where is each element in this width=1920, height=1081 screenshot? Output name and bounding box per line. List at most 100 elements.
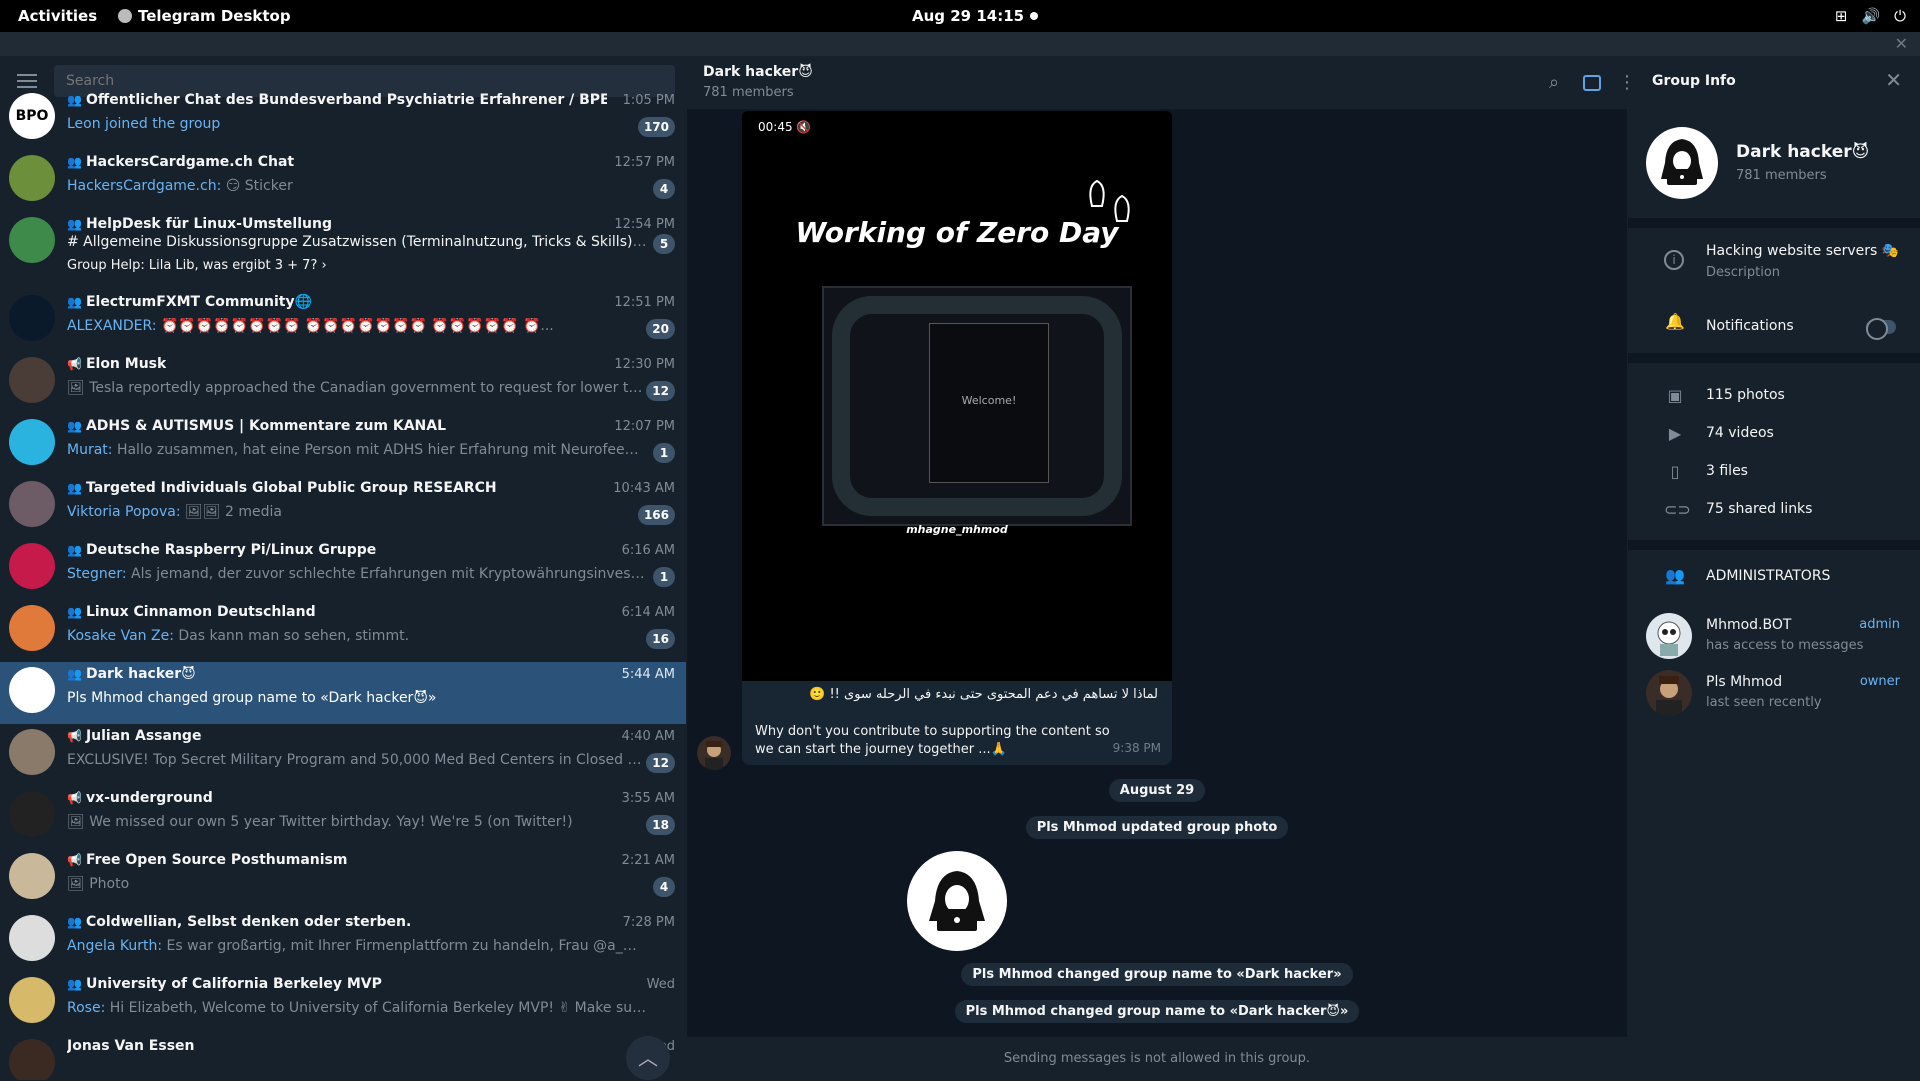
unread-badge: 1 — [653, 443, 675, 463]
service-message-rename-2: Pls Mhmod changed group name to «Dark ha… — [687, 1000, 1627, 1023]
chat-list-item[interactable]: 📢 vx-underground 3:55 AM 🖼 We missed our ow… — [0, 786, 686, 848]
sidebar-toggle-icon[interactable] — [1583, 75, 1601, 91]
clock[interactable]: Aug 29 14:15 — [912, 7, 1024, 25]
avatar — [9, 977, 55, 1023]
shared-photos[interactable]: 115 photos — [1706, 387, 1785, 403]
search-icon[interactable]: ⌕ — [1549, 72, 1571, 94]
power-icon[interactable]: ⏻ — [1894, 7, 1906, 25]
volume-icon[interactable]: 🔊 — [1861, 7, 1880, 25]
chat-title: 👥 HelpDesk für Linux-Umstellung — [67, 216, 332, 232]
message-bubble[interactable]: لماذا لا تساهم في دعم المحتوى حتى نبدء ف… — [742, 681, 1172, 765]
chat-title: 📢 Free Open Source Posthumanism — [67, 852, 348, 868]
chat-list-item[interactable]: 👥 ADHS & AUTISMUS | Kommentare zum KANAL 1… — [0, 414, 686, 476]
scroll-to-top-button[interactable]: ︿ — [626, 1036, 670, 1080]
chat-list-item[interactable]: 📢 Julian Assange 4:40 AM EXCLUSIVE! Top Sec… — [0, 724, 686, 786]
avatar — [9, 1039, 55, 1080]
chat-time: 12:57 PM — [614, 155, 675, 170]
chat-title: Dark hacker😈 — [703, 64, 813, 80]
avatar[interactable] — [1646, 613, 1692, 659]
preview-text: Es war großartig, mit Ihrer Firmenplattf… — [166, 938, 647, 954]
chat-time: 12:51 PM — [614, 295, 675, 310]
chat-list-item[interactable]: 👥 HelpDesk für Linux-Umstellung 12:54 PM # … — [0, 212, 686, 290]
close-icon[interactable]: ✕ — [1885, 68, 1902, 92]
chat-list-item[interactable]: 👥 Linux Cinnamon Deutschland 6:14 AM Kosake… — [0, 600, 686, 662]
date-separator: August 29 — [687, 779, 1627, 802]
preview-sender: Rose: — [67, 1000, 106, 1016]
notifications-toggle[interactable] — [1866, 318, 1896, 340]
preview-text: 🖼 We missed our own 5 year Twitter birth… — [67, 814, 573, 830]
chat-list-item[interactable]: 👥 Targeted Individuals Global Public Grou… — [0, 476, 686, 538]
chat-list-item[interactable]: 👥 Coldwellian, Selbst denken oder sterben… — [0, 910, 686, 972]
chat-preview: Stegner: Als jemand, der zuvor schlechte… — [67, 566, 647, 582]
admin-status: has access to messages — [1706, 638, 1864, 653]
avatar — [9, 295, 55, 341]
video-message[interactable]: 00:45 🔇 Working of Zero Day Welcome! mha… — [742, 111, 1172, 681]
divider — [1628, 218, 1920, 228]
shared-links[interactable]: 75 shared links — [1706, 501, 1812, 517]
sender-avatar[interactable] — [697, 736, 731, 770]
admin-name[interactable]: Pls Mhmod — [1706, 674, 1782, 690]
chat-title: 👥 Dark hacker😈 — [67, 666, 196, 682]
chat-time: 7:28 PM — [622, 915, 675, 930]
group-info-panel: Group Info ✕ Dark hacker😈 781 members i … — [1628, 56, 1920, 1080]
chat-list-item[interactable]: 👥 University of California Berkeley MVP We… — [0, 972, 686, 1034]
more-options-icon[interactable]: ⋮ — [1618, 72, 1636, 94]
unread-badge: 4 — [653, 179, 675, 199]
admin-name[interactable]: Mhmod.BOT — [1706, 617, 1791, 633]
chat-list-item[interactable]: 📢 Elon Musk 12:30 PM 🖼 Tesla reportedly app… — [0, 352, 686, 414]
link-icon: ⊂⊃ — [1664, 500, 1691, 519]
divider — [1628, 353, 1920, 363]
chat-preview: 🖼 We missed our own 5 year Twitter birth… — [67, 814, 573, 830]
avatar — [9, 357, 55, 403]
group-icon: 👥 — [67, 217, 82, 231]
chat-list-item[interactable]: 📢 Free Open Source Posthumanism 2:21 AM 🖼 P… — [0, 848, 686, 910]
bell-icon: 🔔 — [1665, 312, 1685, 331]
group-icon: 👥 — [67, 605, 82, 619]
chat-time: 12:54 PM — [614, 217, 675, 232]
system-tray[interactable]: ⊞ 🔊 ⏻ — [1835, 7, 1906, 25]
chat-preview: ALEXANDER: ⏰⏰⏰⏰⏰⏰⏰⏰ ⏰⏰⏰⏰⏰⏰⏰ ⏰⏰⏰⏰⏰ ⏰... — [67, 318, 554, 334]
chat-title: 👥 Targeted Individuals Global Public Grou… — [67, 480, 497, 496]
avatar — [9, 543, 55, 589]
chat-time: 10:43 AM — [613, 481, 675, 496]
preview-sender: Viktoria Popova: — [67, 504, 181, 520]
hamburger-menu-icon[interactable] — [17, 74, 37, 88]
app-menu[interactable]: Telegram Desktop — [118, 7, 291, 25]
avatar — [9, 605, 55, 651]
activities-button[interactable]: Activities — [18, 7, 97, 25]
shared-videos[interactable]: 74 videos — [1706, 425, 1774, 441]
group-photo[interactable] — [907, 851, 1007, 951]
preview-text: Das kann man so sehen, stimmt. — [178, 628, 410, 644]
group-description[interactable]: Hacking website servers 🎭 — [1706, 243, 1899, 259]
preview-sender: Angela Kurth: — [67, 938, 163, 954]
chat-time: 5:44 AM — [621, 667, 675, 682]
chat-header[interactable]: Dark hacker😈 781 members ⌕ ⋮ — [687, 56, 1636, 110]
group-icon: 👥 — [67, 93, 82, 107]
description-label: Description — [1706, 265, 1781, 280]
chat-list-item[interactable]: 👥 ElectrumFXMT Community🌐 12:51 PM ALEXANDE… — [0, 290, 686, 352]
chat-list-item[interactable]: Jonas Van EssenWed — [0, 1034, 686, 1080]
shared-files[interactable]: 3 files — [1706, 463, 1748, 479]
chat-list-item[interactable]: BPO 👥 Offentlicher Chat des Bundesverband … — [0, 88, 686, 150]
network-icon[interactable]: ⊞ — [1835, 7, 1848, 25]
unread-badge: 18 — [646, 815, 675, 835]
channel-icon: 📢 — [67, 729, 82, 743]
avatar[interactable] — [1646, 670, 1692, 716]
avatar — [9, 419, 55, 465]
unread-badge: 166 — [637, 505, 675, 525]
preview-text: 🖼 Tesla reportedly approached the Canadi… — [67, 380, 647, 396]
video-screen: Welcome! — [822, 286, 1132, 526]
chat-list-item[interactable]: 👥 Deutsche Raspberry Pi/Linux Gruppe 6:16 … — [0, 538, 686, 600]
window-close-icon[interactable]: ✕ — [1895, 34, 1908, 53]
avatar — [9, 853, 55, 899]
unread-badge: 20 — [646, 319, 675, 339]
group-icon: 👥 — [67, 155, 82, 169]
chat-list-item[interactable]: 👥 Dark hacker😈 5:44 AM Pls Mhmod changed gr… — [0, 662, 686, 724]
group-avatar[interactable] — [1646, 127, 1718, 199]
preview-text: Hi Elizabeth, Welcome to University of C… — [109, 1000, 647, 1016]
message-text-english: Why don't you contribute to supporting t… — [755, 724, 1110, 757]
chat-preview: # Allgemeine Diskussionsgruppe Zusatzwis… — [67, 234, 647, 250]
chat-list-item[interactable]: 👥 HackersCardgame.ch Chat 12:57 PM HackersC… — [0, 150, 686, 212]
chat-time: 3:55 AM — [621, 791, 675, 806]
preview-text: ⏰⏰⏰⏰⏰⏰⏰⏰ ⏰⏰⏰⏰⏰⏰⏰ ⏰⏰⏰⏰⏰ ⏰... — [160, 318, 554, 334]
